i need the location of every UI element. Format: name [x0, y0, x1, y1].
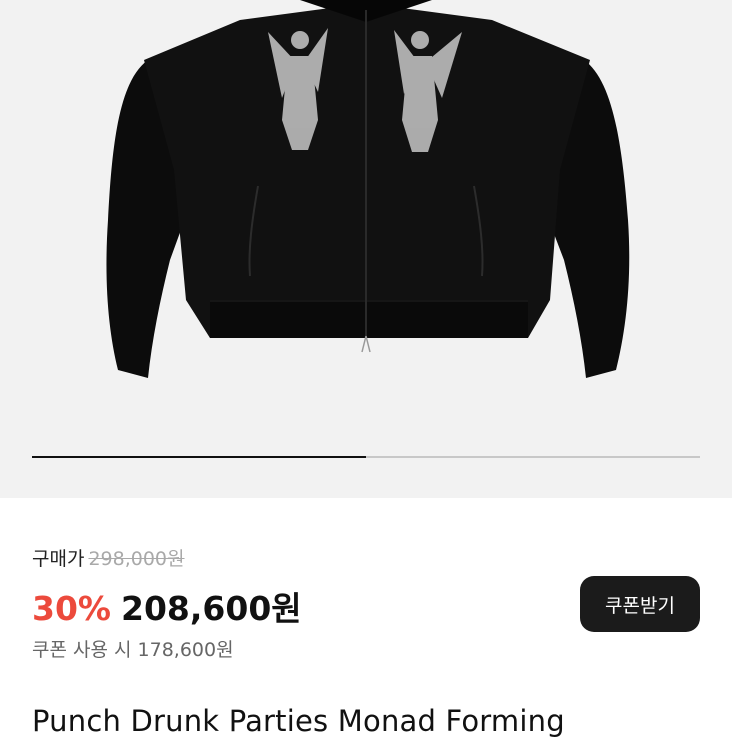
- coupon-price-note: 쿠폰 사용 시 178,600원: [32, 639, 234, 661]
- sale-price: 208,600원: [121, 589, 302, 628]
- original-price: 298,000원: [88, 548, 185, 570]
- sale-price-row: 30% 208,600원: [32, 582, 302, 630]
- product-image-area[interactable]: [0, 0, 732, 498]
- carousel-progress-track: [32, 456, 700, 458]
- carousel-progress-fill: [32, 456, 366, 458]
- discount-rate: 30%: [32, 589, 111, 628]
- price-section: 구매가 298,000원 30% 208,600원 쿠폰 사용 시 178,60…: [0, 498, 732, 738]
- get-coupon-button-label: 쿠폰받기: [605, 594, 675, 617]
- original-price-row: 구매가 298,000원: [32, 544, 185, 571]
- get-coupon-button[interactable]: 쿠폰받기: [580, 576, 700, 632]
- product-title: Punch Drunk Parties Monad Forming: [32, 704, 565, 738]
- jacket-product-image: [106, 0, 630, 378]
- purchase-price-label: 구매가: [32, 548, 85, 570]
